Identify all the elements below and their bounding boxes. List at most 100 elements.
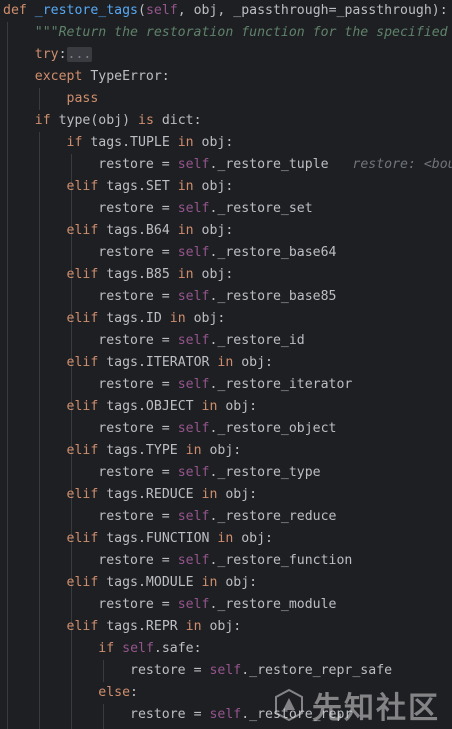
- tag-name: tags.OBJECT: [98, 399, 202, 414]
- method-ref: ._restore_function: [209, 553, 353, 568]
- keyword-def: def: [3, 3, 27, 18]
- keyword-elif: elif: [66, 223, 99, 238]
- code-line-docstring[interactable]: """Return the restoration function for t…: [3, 22, 448, 44]
- self-param: self: [145, 3, 178, 18]
- code-line-condition[interactable]: if tags.TUPLE in obj:: [3, 132, 234, 154]
- tag-name: tags.MODULE: [98, 575, 202, 590]
- code-line-try[interactable]: try:...: [3, 44, 93, 66]
- tag-name: tags.TUPLE: [82, 135, 178, 150]
- obj-ref: obj:: [233, 531, 273, 546]
- assign-target: restore =: [98, 201, 178, 216]
- code-line-assignment[interactable]: restore = self._restore_type: [3, 462, 321, 484]
- folded-block-marker[interactable]: ...: [66, 47, 93, 62]
- assign-target: restore =: [98, 377, 178, 392]
- tag-name: tags.FUNCTION: [98, 531, 218, 546]
- keyword-elif: elif: [66, 443, 99, 458]
- code-line-except[interactable]: except TypeError:: [3, 66, 170, 88]
- keyword-in: in: [201, 487, 218, 502]
- self-ref: self: [177, 465, 210, 480]
- method-ref: ._restore_repr: [241, 707, 353, 722]
- code-line-condition[interactable]: elif tags.B64 in obj:: [3, 220, 234, 242]
- keyword-in: in: [185, 443, 202, 458]
- self-ref: self: [209, 663, 242, 678]
- keyword-elif: elif: [66, 311, 99, 326]
- code-line-if-safe[interactable]: if self.safe:: [3, 638, 202, 660]
- code-line-condition[interactable]: elif tags.TYPE in obj:: [3, 440, 242, 462]
- code-line-assignment[interactable]: restore = self._restore_function: [3, 550, 352, 572]
- obj-ref: obj:: [193, 179, 234, 194]
- code-line-if-type[interactable]: if type(obj) is dict:: [3, 110, 202, 132]
- code-line-condition[interactable]: elif tags.MODULE in obj:: [3, 572, 258, 594]
- keyword-elif: elif: [66, 179, 99, 194]
- code-line-condition[interactable]: elif tags.SET in obj:: [3, 176, 234, 198]
- keyword-in: in: [185, 619, 202, 634]
- code-line-pass[interactable]: pass: [3, 88, 99, 110]
- type-call: type(obj): [50, 113, 138, 128]
- obj-ref: obj:: [193, 267, 234, 282]
- code-line-condition[interactable]: elif tags.ID in obj:: [3, 308, 226, 330]
- dict-check: dict:: [153, 113, 202, 128]
- code-line-assignment[interactable]: restore = self._restore_set: [3, 198, 313, 220]
- code-line-condition[interactable]: elif tags.OBJECT in obj:: [3, 396, 258, 418]
- keyword-elif: elif: [66, 487, 99, 502]
- keyword-in: in: [201, 575, 218, 590]
- code-line-condition[interactable]: elif tags.REDUCE in obj:: [3, 484, 258, 506]
- keyword-pass: pass: [66, 91, 99, 106]
- tag-name: tags.REDUCE: [98, 487, 202, 502]
- obj-ref: obj:: [193, 135, 234, 150]
- function-params: , obj, _passthrough=_passthrough):: [177, 3, 448, 18]
- code-line-assignment[interactable]: restore = self._restore_base85: [3, 286, 337, 308]
- keyword-except: except: [34, 69, 83, 84]
- code-line-assignment[interactable]: restore = self._restore_tuple restore: <…: [3, 154, 452, 176]
- keyword-elif: elif: [66, 531, 99, 546]
- keyword-in: in: [177, 135, 194, 150]
- exception-type: TypeError:: [82, 69, 170, 84]
- self-ref: self: [177, 509, 210, 524]
- code-line-condition[interactable]: elif tags.FUNCTION in obj:: [3, 528, 273, 550]
- code-line-assignment[interactable]: restore = self._restore_repr_safe: [3, 660, 392, 682]
- keyword-if: if: [34, 113, 51, 128]
- method-ref: ._restore_base64: [209, 245, 337, 260]
- code-line-else[interactable]: else:: [3, 682, 138, 704]
- keyword-if: if: [98, 641, 115, 656]
- code-line-assignment[interactable]: restore = self._restore_id: [3, 330, 304, 352]
- code-line-def[interactable]: def _restore_tags(self, obj, _passthroug…: [3, 0, 448, 22]
- keyword-elif: elif: [66, 399, 99, 414]
- obj-ref: obj:: [201, 443, 242, 458]
- obj-ref: obj:: [193, 223, 234, 238]
- else-colon: :: [130, 685, 138, 700]
- self-ref: self: [177, 597, 210, 612]
- self-ref: self: [177, 553, 210, 568]
- tag-name: tags.B64: [98, 223, 178, 238]
- method-ref: ._restore_base85: [209, 289, 337, 304]
- code-line-condition[interactable]: elif tags.ITERATOR in obj:: [3, 352, 273, 374]
- tag-name: tags.ITERATOR: [98, 355, 218, 370]
- method-ref: ._restore_set: [209, 201, 313, 216]
- tag-name: tags.REPR: [98, 619, 186, 634]
- method-ref: ._restore_type: [209, 465, 321, 480]
- keyword-elif: elif: [66, 267, 99, 282]
- tag-name: tags.ID: [98, 311, 170, 326]
- assign-target: restore =: [130, 707, 210, 722]
- self-ref: self: [177, 421, 210, 436]
- code-line-condition[interactable]: elif tags.B85 in obj:: [3, 264, 234, 286]
- safe-attr: .safe:: [153, 641, 202, 656]
- obj-ref: obj:: [233, 355, 273, 370]
- assign-target: restore =: [98, 509, 178, 524]
- keyword-elif: elif: [66, 575, 99, 590]
- code-line-assignment[interactable]: restore = self._restore_repr: [3, 704, 352, 726]
- code-area[interactable]: def _restore_tags(self, obj, _passthroug…: [0, 0, 452, 729]
- assign-target: restore =: [98, 465, 178, 480]
- assign-target: restore =: [98, 245, 178, 260]
- assign-target: restore =: [98, 289, 178, 304]
- keyword-in: in: [217, 531, 234, 546]
- self-ref: self: [122, 641, 154, 656]
- code-line-assignment[interactable]: restore = self._restore_reduce: [3, 506, 337, 528]
- code-line-condition[interactable]: elif tags.REPR in obj:: [3, 616, 242, 638]
- method-ref: ._restore_reduce: [209, 509, 337, 524]
- code-line-assignment[interactable]: restore = self._restore_iterator: [3, 374, 352, 396]
- code-line-assignment[interactable]: restore = self._restore_base64: [3, 242, 337, 264]
- code-editor[interactable]: def _restore_tags(self, obj, _passthroug…: [0, 0, 452, 729]
- code-line-assignment[interactable]: restore = self._restore_object: [3, 418, 336, 440]
- code-line-assignment[interactable]: restore = self._restore_module: [3, 594, 336, 616]
